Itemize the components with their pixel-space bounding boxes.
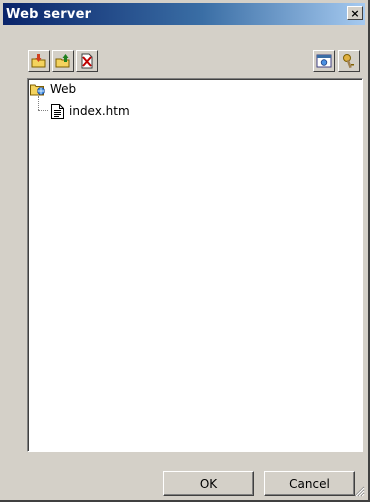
resize-grip-icon[interactable] [353,485,365,497]
title-bar[interactable]: Web server × [3,3,365,25]
web-folder-icon [30,84,45,96]
tree-item-web[interactable]: Web [30,81,76,97]
properties-button[interactable] [338,50,360,72]
ok-button[interactable]: OK [163,471,254,496]
tree-item-index-htm[interactable]: index.htm [51,103,130,119]
delete-file-icon [81,53,93,69]
ok-label: OK [199,476,218,491]
tree-item-label: Web [50,82,77,96]
preview-button[interactable] [313,50,335,72]
import-button[interactable] [28,50,50,72]
properties-icon [343,54,354,69]
window-title: Web server [6,6,92,22]
export-folder-icon [55,54,70,68]
import-folder-icon [31,54,46,68]
cancel-label: Cancel [289,476,330,491]
close-button[interactable]: × [347,6,363,20]
delete-button[interactable] [76,50,98,72]
close-icon: × [350,6,360,20]
browser-preview-icon [316,54,332,68]
tree-connector [38,110,48,111]
tree-item-label: index.htm [69,104,130,118]
tree-connector [38,96,39,110]
file-tree[interactable] [27,78,363,452]
document-icon [51,103,64,119]
cancel-button[interactable]: Cancel [264,471,355,496]
export-button[interactable] [52,50,74,72]
web-server-dialog: Web server × Web index.htm OK Cancel [0,0,370,502]
